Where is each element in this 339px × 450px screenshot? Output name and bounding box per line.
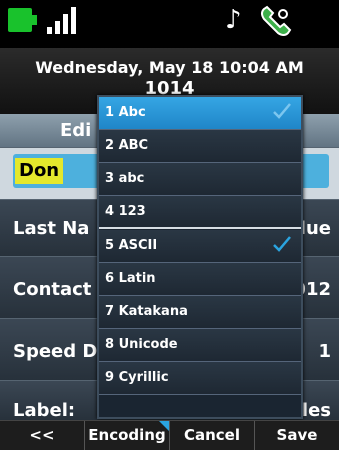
check-icon: [273, 103, 291, 119]
encoding-option-lowercase[interactable]: 3 abc: [99, 163, 301, 196]
encoding-option-unicode[interactable]: 8 Unicode: [99, 329, 301, 362]
option-label: 7 Katakana: [105, 304, 188, 319]
status-bar: ♪: [0, 0, 339, 48]
option-label: 3 abc: [105, 171, 145, 186]
encoding-option-numeric[interactable]: 4 123: [99, 196, 301, 229]
option-label: 4 123: [105, 204, 146, 219]
softkey-bar: << Encoding Cancel Save: [0, 420, 339, 450]
option-label: 8 Unicode: [105, 337, 178, 352]
phone-handset-icon: [261, 5, 292, 36]
encoding-dropdown[interactable]: 1 Abc 2 ABC 3 abc 4 123 5 ASCII 6 Latin …: [97, 95, 303, 419]
encoding-softkey[interactable]: Encoding: [85, 421, 170, 450]
encoding-option-cyrillic[interactable]: 9 Cyrillic: [99, 362, 301, 395]
option-label: 9 Cyrillic: [105, 370, 169, 385]
encoding-option-uppercase[interactable]: 2 ABC: [99, 130, 301, 163]
date-time: Wednesday, May 18 10:04 AM: [35, 58, 304, 77]
cancel-softkey[interactable]: Cancel: [170, 421, 255, 450]
music-note-icon: ♪: [225, 5, 242, 35]
back-softkey[interactable]: <<: [0, 421, 85, 450]
contact-label: Contact: [13, 279, 92, 300]
first-name-value: Don: [15, 158, 64, 184]
battery-icon: [8, 8, 37, 32]
check-icon: [273, 236, 291, 252]
screen-title: Edi: [60, 120, 92, 141]
label-label: Label:: [13, 400, 76, 421]
speed-dial-label: Speed D: [13, 341, 98, 362]
speed-dial-value: 1: [318, 341, 331, 362]
signal-icon: [45, 6, 85, 34]
encoding-option-latin[interactable]: 6 Latin: [99, 263, 301, 296]
option-label: 1 Abc: [105, 105, 146, 120]
option-label: 6 Latin: [105, 271, 156, 286]
encoding-option-abc-title[interactable]: 1 Abc: [99, 97, 301, 130]
option-label: 2 ABC: [105, 138, 149, 153]
encoding-option-katakana[interactable]: 7 Katakana: [99, 296, 301, 329]
option-label: 5 ASCII: [105, 238, 158, 253]
last-name-label: Last Na: [13, 218, 90, 239]
save-softkey[interactable]: Save: [255, 421, 339, 450]
encoding-option-ascii[interactable]: 5 ASCII: [99, 230, 301, 263]
